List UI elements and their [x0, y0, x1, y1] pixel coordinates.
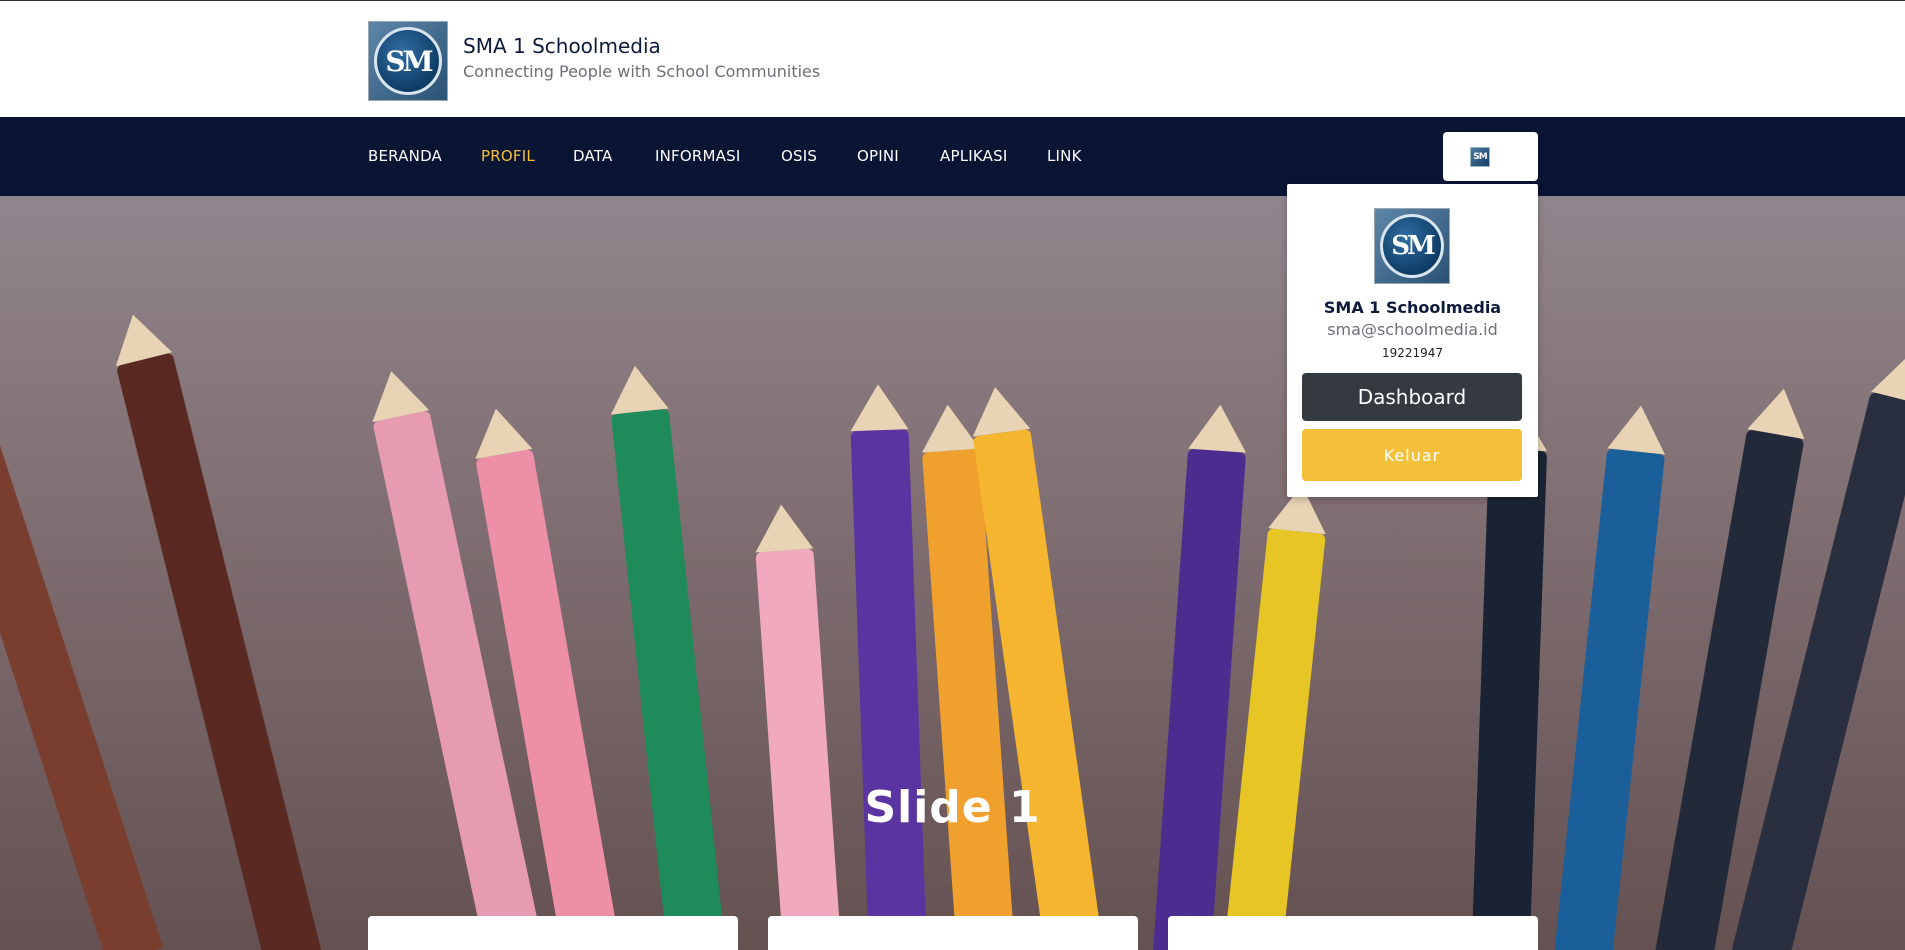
user-dropdown-menu: SM SMA 1 Schoolmedia sma@schoolmedia.id … — [1287, 184, 1538, 497]
slide-title: Slide 1 — [864, 782, 1041, 833]
nav-item-profil[interactable]: PROFIL — [481, 147, 535, 165]
logo-emblem: SM — [374, 27, 442, 95]
user-menu-button[interactable]: SM — [1443, 132, 1538, 181]
hero-image-pencil — [850, 429, 928, 950]
user-profile-avatar: SM — [1374, 208, 1450, 284]
nav-item-beranda[interactable]: BERANDA — [368, 147, 442, 165]
nav-item-informasi[interactable]: INFORMASI — [655, 147, 740, 165]
hero-image-pencil — [1552, 448, 1666, 950]
user-avatar-icon: SM — [1470, 147, 1490, 167]
hero-slider: Slide 1 — [0, 196, 1905, 950]
hero-image-pencil — [610, 408, 728, 950]
dashboard-button[interactable]: Dashboard — [1302, 373, 1522, 421]
feature-card[interactable] — [1168, 916, 1538, 950]
school-logo[interactable]: SM — [368, 21, 448, 101]
hero-image-pencil — [755, 548, 843, 950]
hero-image-pencil — [0, 414, 164, 950]
nav-item-data[interactable]: DATA — [573, 147, 612, 165]
hero-image-pencil — [115, 352, 323, 950]
feature-card[interactable] — [368, 916, 738, 950]
nav-item-link[interactable]: LINK — [1047, 147, 1082, 165]
site-header: SM SMA 1 Schoolmedia Connecting People w… — [0, 1, 1905, 117]
logout-button[interactable]: Keluar — [1302, 429, 1522, 481]
site-title[interactable]: SMA 1 Schoolmedia — [463, 34, 661, 58]
nav-item-aplikasi[interactable]: APLIKASI — [940, 147, 1007, 165]
hero-image-pencil — [1222, 528, 1326, 950]
nav-item-opini[interactable]: OPINI — [857, 147, 899, 165]
nav-item-osis[interactable]: OSIS — [781, 147, 817, 165]
user-name: SMA 1 Schoolmedia — [1323, 298, 1502, 317]
avatar-emblem: SM — [1380, 214, 1444, 278]
user-id: 19221947 — [1381, 346, 1444, 360]
feature-card[interactable] — [768, 916, 1138, 950]
hero-image-pencil — [1470, 449, 1548, 950]
main-navbar: BERANDA PROFIL DATA INFORMASI OSIS OPINI… — [0, 117, 1905, 196]
user-email: sma@schoolmedia.id — [1327, 320, 1498, 339]
site-tagline: Connecting People with School Communitie… — [463, 62, 821, 81]
